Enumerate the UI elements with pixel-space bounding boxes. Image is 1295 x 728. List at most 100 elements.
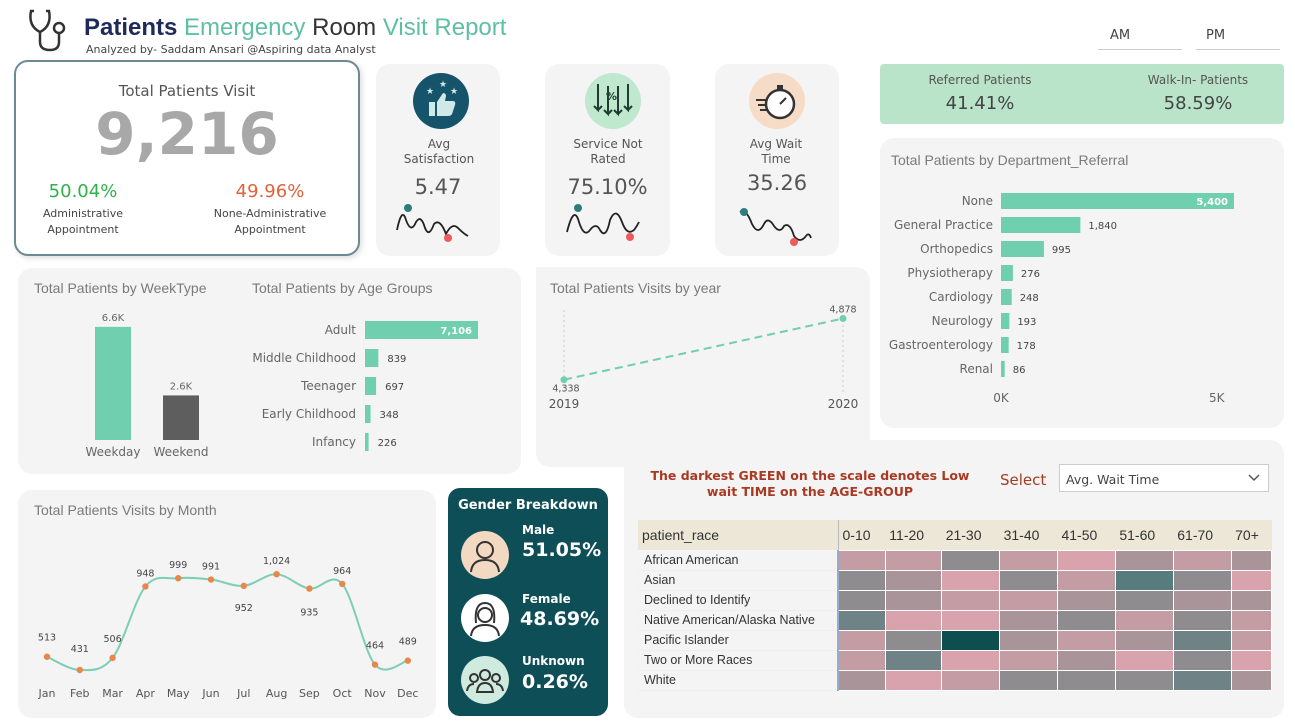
nonadmin-pct: 49.96%: [235, 181, 305, 202]
heatmap-cell[interactable]: [941, 549, 1001, 571]
heatmap-cell[interactable]: [884, 609, 943, 631]
month-point: [207, 576, 215, 583]
heatmap-cell[interactable]: [1056, 629, 1116, 651]
heatmap-row: African American: [638, 549, 1273, 571]
department-bar: [1001, 289, 1012, 305]
year-chart: 4,338 2019 4,878 2020: [549, 304, 859, 411]
heatmap-cell[interactable]: [999, 629, 1058, 651]
heatmap-cell[interactable]: [999, 669, 1058, 691]
unknown-label: Unknown: [522, 654, 585, 668]
heatmap-cell[interactable]: [1114, 569, 1174, 591]
heatmap-cell[interactable]: [1056, 649, 1116, 671]
heatmap-column-header[interactable]: 70+: [1231, 520, 1271, 550]
heatmap-cell[interactable]: [1230, 609, 1273, 631]
month-tick-label: Apr: [136, 687, 156, 700]
group-avatar-icon: [461, 656, 509, 704]
heatmap-cell[interactable]: [837, 609, 886, 631]
department-bar-label: 1,840: [1088, 221, 1117, 232]
heatmap-cell[interactable]: [1114, 589, 1174, 611]
female-label: Female: [522, 592, 571, 606]
heatmap-cell[interactable]: [999, 549, 1058, 571]
age-bar-label: 697: [385, 382, 404, 393]
month-point-label: 991: [202, 562, 220, 573]
male-label: Male: [522, 523, 555, 537]
heatmap-cell[interactable]: [999, 569, 1058, 591]
heatmap-cell[interactable]: [837, 629, 886, 651]
kpi-label-satisfaction: Avg Satisfaction: [403, 137, 475, 166]
heatmap-cell[interactable]: [1056, 669, 1116, 691]
heatmap-cell[interactable]: [941, 649, 1001, 671]
heatmap-cell[interactable]: [1056, 549, 1116, 571]
heatmap-cell[interactable]: [837, 669, 886, 691]
heatmap-cell[interactable]: [941, 629, 1001, 651]
heatmap-cell[interactable]: [884, 569, 943, 591]
heatmap-cell[interactable]: [1230, 629, 1273, 651]
department-bar: [1001, 361, 1005, 377]
heatmap-row: White: [638, 669, 1273, 691]
month-point-label: 431: [71, 644, 89, 655]
heatmap-cell[interactable]: [1172, 669, 1232, 691]
heatmap-cell[interactable]: [884, 669, 943, 691]
heatmap-column-header[interactable]: 11-20: [885, 520, 941, 550]
heatmap-cell[interactable]: [1172, 549, 1232, 571]
weektype-bar-label: 6.6K: [102, 313, 125, 324]
heatmap-cell[interactable]: [1230, 569, 1273, 591]
month-point: [306, 585, 313, 592]
heatmap-column-header[interactable]: 21-30: [942, 520, 1000, 550]
kpi-label-wait: Avg Wait Time: [749, 137, 803, 166]
heatmap-cell[interactable]: [1056, 609, 1116, 631]
heatmap-cell[interactable]: [999, 649, 1058, 671]
age-chart-title: Total Patients by Age Groups: [252, 280, 433, 296]
slicer-pm[interactable]: PM: [1196, 24, 1280, 50]
year-point: [560, 376, 568, 384]
heatmap-cell[interactable]: [1172, 649, 1232, 671]
heatmap-cell[interactable]: [1172, 629, 1232, 651]
heatmap-cell[interactable]: [1172, 609, 1232, 631]
heatmap-cell[interactable]: [837, 649, 886, 671]
heatmap-column-header[interactable]: 31-40: [1000, 520, 1058, 550]
page-title: Patients Emergency Room Visit Report: [84, 14, 507, 41]
heatmap-cell[interactable]: [1114, 629, 1174, 651]
heatmap-cell[interactable]: [884, 649, 943, 671]
weektype-bar: [163, 395, 199, 440]
heatmap-cell[interactable]: [884, 549, 943, 571]
heatmap-cell[interactable]: [941, 569, 1001, 591]
heatmap-cell[interactable]: [884, 629, 943, 651]
age-bar: [365, 377, 377, 395]
heatmap-cell[interactable]: [837, 569, 886, 591]
heatmap-cell[interactable]: [1114, 669, 1174, 691]
heatmap-cell[interactable]: [1056, 569, 1116, 591]
heatmap-cell[interactable]: [1230, 649, 1273, 671]
heatmap-cell[interactable]: [1230, 669, 1273, 691]
heatmap-column-header[interactable]: 0-10: [838, 520, 885, 550]
heatmap-cell[interactable]: [999, 589, 1058, 611]
heatmap-cell[interactable]: [1230, 549, 1273, 571]
heatmap-cell[interactable]: [941, 669, 1001, 691]
heatmap-cell[interactable]: [1114, 549, 1174, 571]
heatmap-cell[interactable]: [837, 589, 886, 611]
heatmap-cell[interactable]: [999, 609, 1058, 631]
metric-dropdown[interactable]: Avg. Wait Time: [1059, 464, 1269, 492]
female-avatar-icon: [461, 594, 509, 642]
heatmap-row-header[interactable]: patient_race: [638, 520, 839, 550]
heatmap-column-header[interactable]: 61-70: [1173, 520, 1231, 550]
walkin-value: 58.59%: [1163, 93, 1233, 114]
heatmap-cell[interactable]: [884, 589, 943, 611]
heatmap-cell[interactable]: [1114, 649, 1174, 671]
heatmap-cell[interactable]: [1230, 589, 1273, 611]
heatmap-cell[interactable]: [1172, 589, 1232, 611]
weektype-category-label: Weekday: [86, 445, 141, 459]
heatmap-cell[interactable]: [1056, 589, 1116, 611]
heatmap-cell[interactable]: [837, 549, 886, 571]
page-subtitle: Analyzed by- Saddam Ansari @Aspiring dat…: [86, 43, 376, 56]
heatmap-column-header[interactable]: 41-50: [1057, 520, 1115, 550]
heatmap-cell[interactable]: [941, 589, 1001, 611]
slicer-am[interactable]: AM: [1098, 24, 1182, 50]
kpi-value-not-rated: 75.10%: [567, 175, 648, 199]
month-tick-label: Aug: [266, 687, 287, 700]
heatmap-column-header[interactable]: 51-60: [1115, 520, 1173, 550]
heatmap-cell[interactable]: [1172, 569, 1232, 591]
heatmap-cell[interactable]: [941, 609, 1001, 631]
year-point-label: 4,338: [552, 384, 579, 395]
heatmap-cell[interactable]: [1114, 609, 1174, 631]
